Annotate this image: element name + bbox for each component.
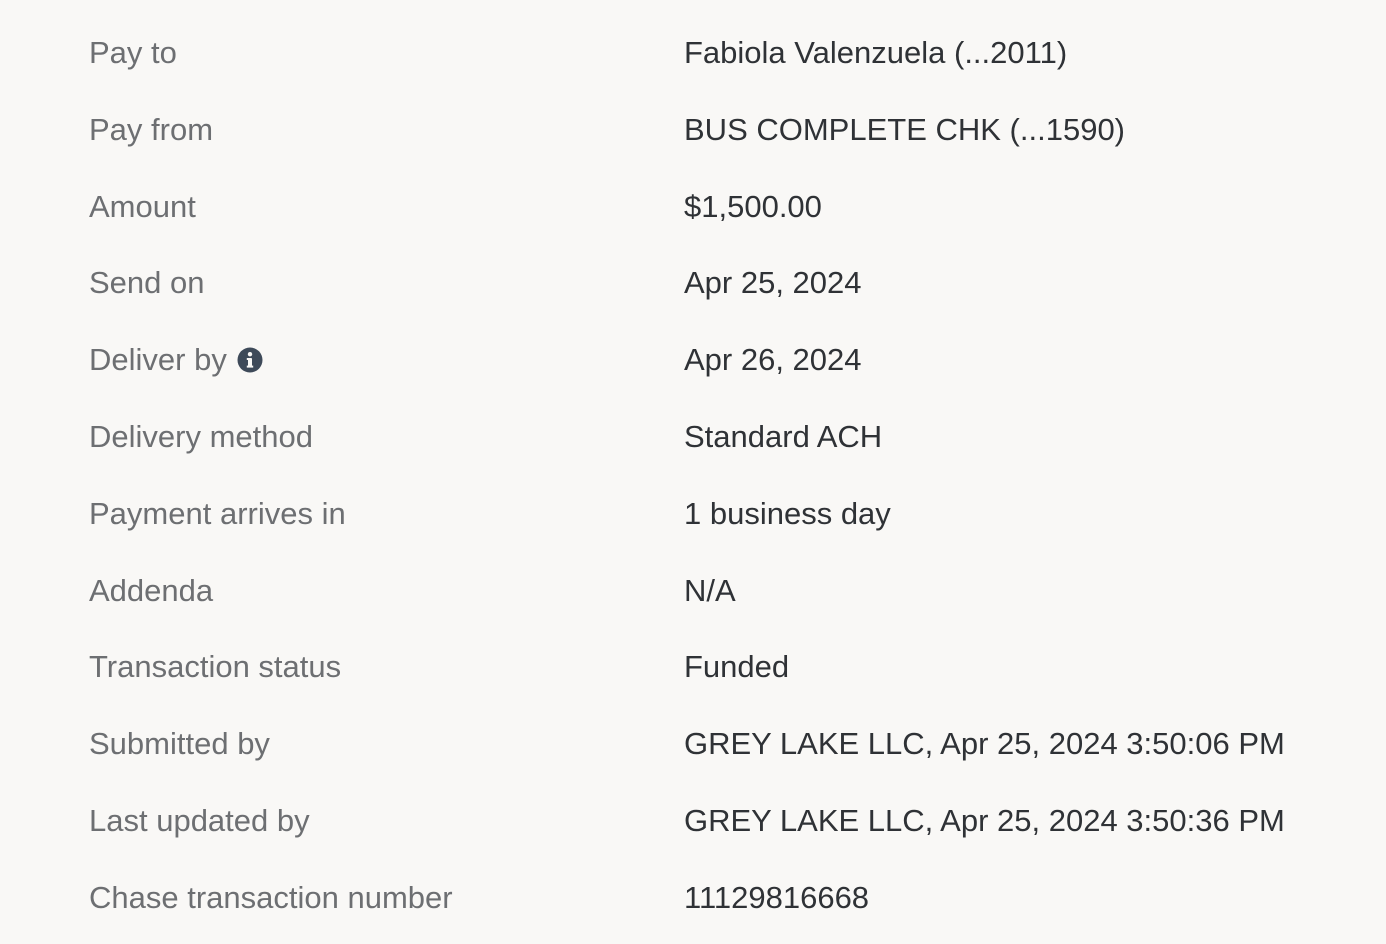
pay-from-value: BUS COMPLETE CHK (...1590) xyxy=(684,112,1126,147)
detail-row-pay-to: Pay to Fabiola Valenzuela (...2011) xyxy=(0,15,1386,91)
detail-row-pay-from: Pay from BUS COMPLETE CHK (...1590) xyxy=(0,92,1386,168)
deliver-by-value: Apr 26, 2024 xyxy=(684,342,862,377)
submitted-by-label: Submitted by xyxy=(89,726,270,761)
pay-from-label: Pay from xyxy=(89,112,214,147)
transaction-status-label: Transaction status xyxy=(89,649,342,684)
detail-row-send-on: Send on Apr 25, 2024 xyxy=(0,245,1386,321)
detail-row-last-updated-by: Last updated by GREY LAKE LLC, Apr 25, 2… xyxy=(0,783,1386,859)
amount-label: Amount xyxy=(89,189,196,224)
detail-row-transaction-status: Transaction status Funded xyxy=(0,629,1386,705)
amount-value: $1,500.00 xyxy=(684,189,822,224)
detail-row-transaction-number: Chase transaction number 11129816668 xyxy=(0,860,1386,936)
detail-row-deliver-by: Deliver by Apr 26, 2024 xyxy=(0,322,1386,398)
deliver-by-label: Deliver by xyxy=(89,342,227,377)
pay-to-label: Pay to xyxy=(89,35,177,70)
detail-row-addenda: Addenda N/A xyxy=(0,553,1386,629)
transaction-status-value: Funded xyxy=(684,649,790,684)
detail-row-delivery-method: Delivery method Standard ACH xyxy=(0,399,1386,475)
transaction-number-value: 11129816668 xyxy=(684,880,870,915)
payment-arrives-value: 1 business day xyxy=(684,496,891,531)
detail-row-payment-arrives: Payment arrives in 1 business day xyxy=(0,476,1386,552)
pay-to-value: Fabiola Valenzuela (...2011) xyxy=(684,35,1068,70)
delivery-method-label: Delivery method xyxy=(89,419,313,454)
delivery-method-value: Standard ACH xyxy=(684,419,883,454)
info-icon[interactable] xyxy=(237,347,263,373)
payment-arrives-label: Payment arrives in xyxy=(89,496,346,531)
send-on-label: Send on xyxy=(89,265,205,300)
payment-details: Pay to Fabiola Valenzuela (...2011) Pay … xyxy=(0,0,1386,944)
addenda-value: N/A xyxy=(684,573,736,608)
addenda-label: Addenda xyxy=(89,573,214,608)
detail-row-amount: Amount $1,500.00 xyxy=(0,169,1386,245)
last-updated-by-label: Last updated by xyxy=(89,803,310,838)
last-updated-by-value: GREY LAKE LLC, Apr 25, 2024 3:50:36 PM xyxy=(684,803,1285,838)
deliver-by-label-group: Deliver by xyxy=(89,342,263,378)
detail-row-submitted-by: Submitted by GREY LAKE LLC, Apr 25, 2024… xyxy=(0,706,1386,782)
send-on-value: Apr 25, 2024 xyxy=(684,265,862,300)
submitted-by-value: GREY LAKE LLC, Apr 25, 2024 3:50:06 PM xyxy=(684,726,1285,761)
transaction-number-label: Chase transaction number xyxy=(89,880,453,915)
